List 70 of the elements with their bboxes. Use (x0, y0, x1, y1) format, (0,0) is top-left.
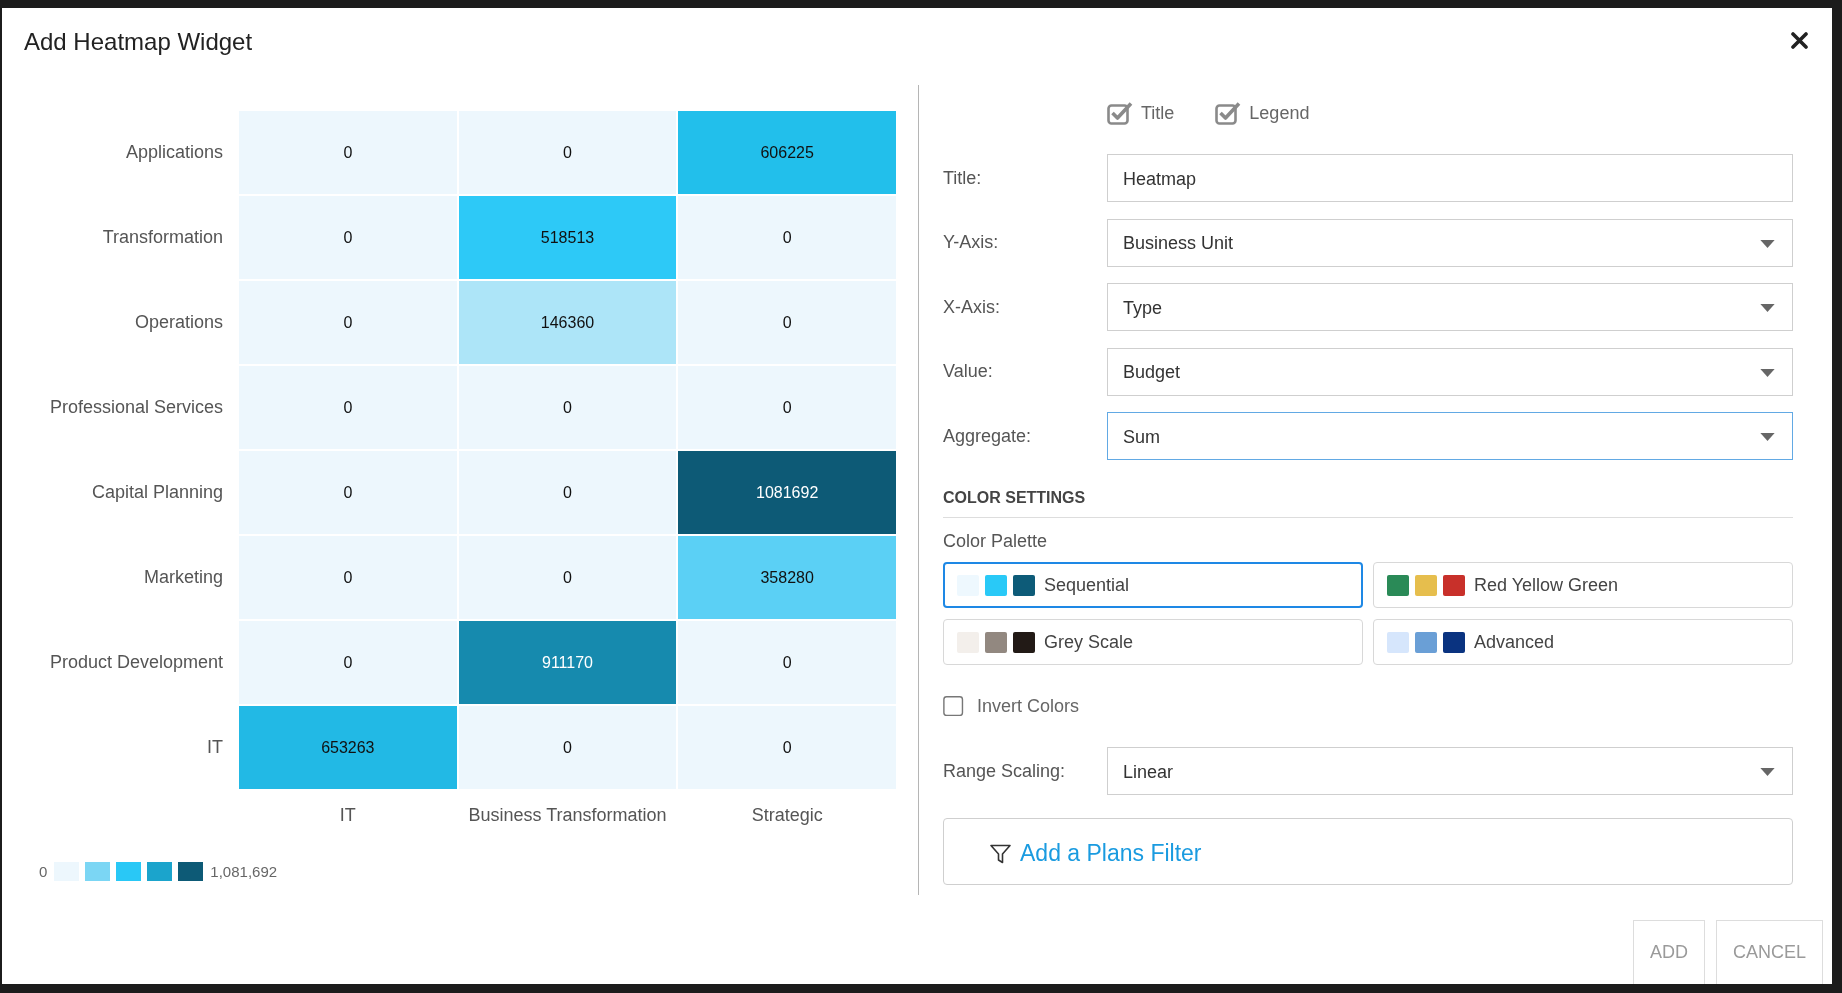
heatmap-cell: 0 (239, 451, 457, 534)
axis-label: Strategic (751, 805, 823, 825)
text-input[interactable]: Heatmap (1107, 154, 1793, 202)
field-label: Title: (943, 167, 983, 189)
heatmap-cell: 0 (239, 536, 457, 619)
dropdown[interactable]: Type (1107, 283, 1793, 331)
legend-max-label: 1,081,692 (210, 863, 278, 880)
row-label: Marketing (143, 567, 224, 588)
dialog-title: Add Heatmap Widget (24, 28, 253, 56)
heatmap-cell: 146360 (458, 281, 677, 364)
row-label: Operations (134, 312, 224, 333)
heatmap-cell: 0 (678, 621, 896, 704)
heatmap-cell: 0 (239, 111, 457, 194)
field-label: Value: (943, 361, 994, 382)
heatmap-cell: 0 (678, 706, 896, 789)
row-label: Professional Services (49, 397, 224, 418)
caret-icon (1760, 433, 1775, 441)
caret-icon (1760, 239, 1775, 248)
caret-icon (1760, 368, 1775, 377)
section-heading: COLOR SETTINGS (943, 488, 1793, 518)
row-label: Transformation (102, 227, 224, 248)
row-label: IT (207, 737, 224, 758)
heatmap-cell: 606225 (678, 111, 896, 194)
heatmap-cell: 0 (239, 196, 457, 279)
palette-option[interactable]: Sequential (943, 562, 1363, 608)
dropdown[interactable]: Budget (1107, 347, 1793, 396)
heatmap-cell: 911170 (458, 621, 677, 704)
dropdown[interactable]: Sum (1107, 412, 1793, 460)
heatmap-cell: 518513 (458, 196, 677, 279)
heatmap-cell: 0 (458, 451, 677, 534)
field-label: Aggregate: (943, 425, 1033, 447)
filter-icon (990, 843, 1011, 864)
row-label: Product Development (49, 652, 224, 673)
heatmap-cell: 1081692 (678, 451, 896, 534)
dropdown[interactable]: Business Unit (1107, 218, 1793, 267)
close-icon (1791, 32, 1808, 49)
checkbox[interactable]: Legend (1215, 100, 1310, 126)
caret-icon (1760, 768, 1775, 776)
heatmap-cell: 0 (458, 366, 677, 449)
palette-option[interactable]: Red Yellow Green (1373, 562, 1793, 608)
palette-label: Color Palette (943, 530, 1049, 552)
caret-icon (1760, 304, 1775, 312)
heatmap-cell: 358280 (678, 536, 896, 619)
checkbox[interactable]: Invert Colors (943, 695, 1080, 718)
heatmap-cell: 653263 (239, 706, 457, 789)
heatmap-cell: 0 (678, 366, 896, 449)
heatmap-cell: 0 (458, 706, 677, 789)
checked-checkbox-icon[interactable] (1107, 101, 1133, 125)
heatmap-cell: 0 (239, 281, 457, 364)
heatmap-cell: 0 (239, 366, 457, 449)
heatmap-cell: 0 (678, 196, 896, 279)
row-label: Applications (125, 142, 224, 163)
field-label: Range Scaling: (943, 760, 1067, 782)
palette-option[interactable]: Advanced (1373, 619, 1793, 665)
checked-checkbox-icon[interactable] (1215, 101, 1242, 125)
row-label: Capital Planning (91, 482, 224, 503)
heatmap-cell: 0 (239, 621, 457, 704)
field-label: Y-Axis: (943, 232, 1000, 253)
dropdown[interactable]: Linear (1107, 747, 1793, 795)
axis-label: IT (339, 805, 356, 825)
checkbox[interactable]: Title (1107, 100, 1175, 126)
heatmap-cell: 0 (678, 281, 896, 364)
legend-min-label: 0 (39, 863, 48, 880)
axis-label: Business Transformation (468, 805, 667, 825)
close-button[interactable] (1791, 32, 1808, 49)
checkbox-icon[interactable] (943, 695, 966, 718)
palette-option[interactable]: Grey Scale (943, 619, 1363, 665)
field-label: X-Axis: (943, 296, 1001, 318)
heatmap-cell: 0 (458, 536, 677, 619)
heatmap-cell: 0 (458, 111, 677, 194)
